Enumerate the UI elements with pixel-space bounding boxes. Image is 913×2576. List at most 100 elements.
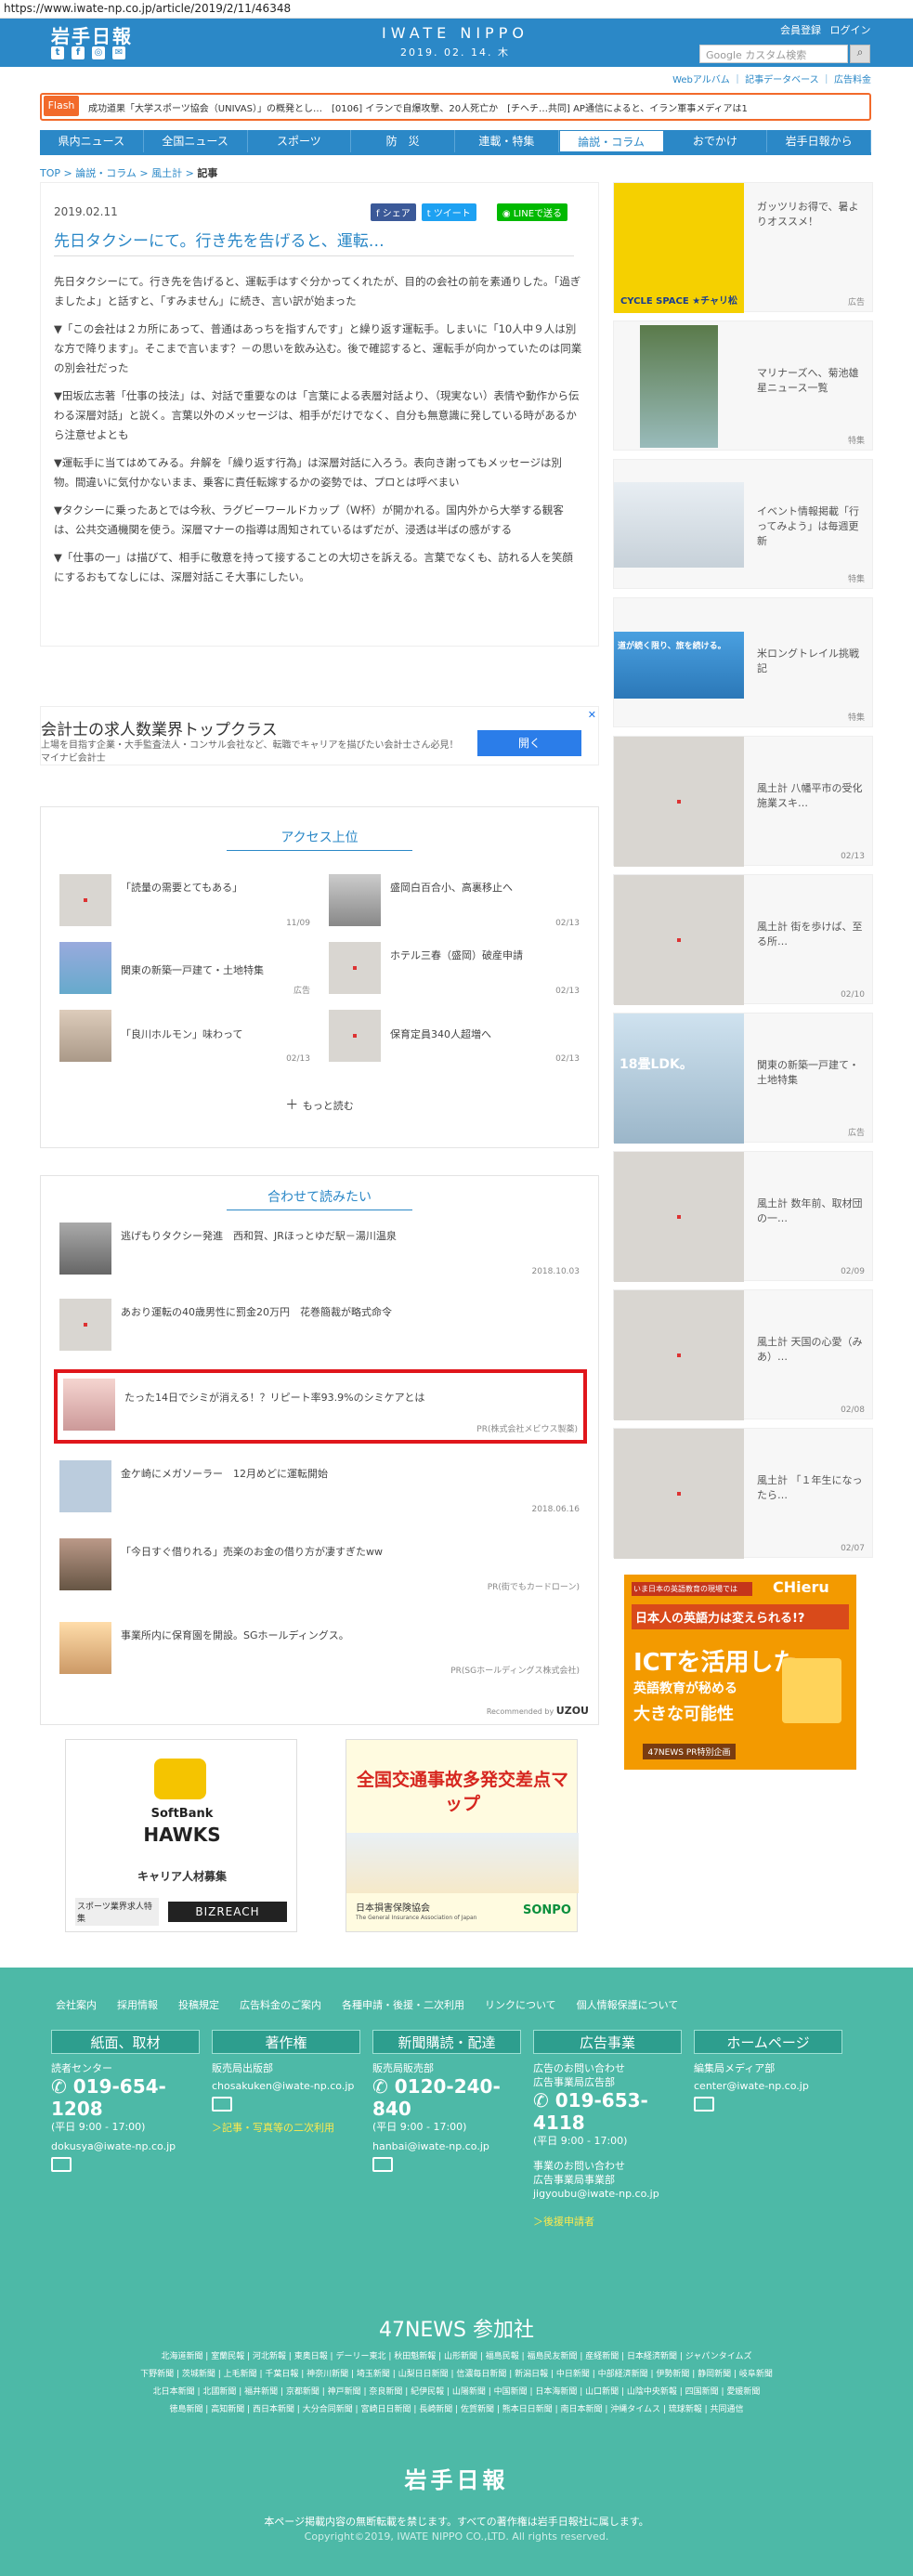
ranking-thumbnail [59, 874, 111, 926]
facebook-share-button[interactable]: f シェア [371, 203, 416, 221]
nav-item-series[interactable]: 連載・特集 [455, 130, 559, 152]
footer-email[interactable]: center@iwate-np.co.jp [694, 2079, 842, 2093]
sidebar-item[interactable]: 風土計 天国の心愛（みあ）… 02/08 [613, 1289, 873, 1420]
footer-sponsor-link[interactable]: ＞後援申請者 [533, 2214, 682, 2229]
footer-link-linking[interactable]: リンクについて [485, 1997, 556, 2012]
ranking-item[interactable]: ホテル三春（盛岡）破産申請 02/13 [329, 942, 580, 998]
footer-phone[interactable]: ✆ 0120-240-840 [372, 2075, 521, 2120]
breadcrumb-opinion[interactable]: 論説・コラム [75, 167, 137, 179]
sidebar-item[interactable]: 18畳LDK。 関東の新築一戸建て・土地特集 広告 [613, 1013, 873, 1144]
more-button[interactable]: ＋ もっと読む [41, 1095, 598, 1114]
search-input[interactable]: Google カスタム検索 [699, 45, 848, 63]
ranking-item[interactable]: 「良川ホルモン」味わって 02/13 [59, 1010, 310, 1066]
sidebar-thumbnail [640, 325, 718, 448]
footer-phone[interactable]: ✆ 019-654-1208 [51, 2075, 200, 2120]
facebook-icon[interactable]: f [72, 46, 85, 59]
article-body: 先日タクシーにて。行き先を告げると、運転手はすぐ分かってくれたが、目的の会社の前… [54, 272, 583, 595]
mail-icon[interactable]: ✉ [112, 46, 125, 59]
mail-icon[interactable] [51, 2157, 72, 2172]
recommended-by[interactable]: Recommended by UZOU [487, 1705, 589, 1717]
news47-line[interactable]: 徳島新聞 | 高知新聞 | 西日本新聞 | 大分合同新聞 | 宮崎日日新聞 | … [65, 2401, 848, 2419]
sidebar-item[interactable]: イベント情報掲載「行ってみよう」は毎週更新 特集 [613, 459, 873, 589]
instagram-icon[interactable]: ◎ [92, 46, 105, 59]
ad-banner[interactable]: 会計士の求人数業界トップクラス 上場を目指す企業・大手監査法人・コンサル会社など… [40, 706, 599, 765]
footer-email[interactable]: jigyoubu@iwate-np.co.jp [533, 2187, 682, 2201]
related-item[interactable]: 逃げもりタクシー発進 西和賀、JRほっとゆだ駅－湯川温泉 2018.10.03 [59, 1223, 580, 1278]
sidebar-item[interactable]: マリナーズへ、菊池雄星ニュース一覧 特集 [613, 320, 873, 451]
ad-open-button[interactable]: 開く [477, 730, 581, 756]
register-link[interactable]: 会員登録 [780, 24, 821, 36]
mail-icon[interactable] [372, 2157, 393, 2172]
nav-item-opinion[interactable]: 論説・コラム [558, 130, 664, 152]
footer-secondary-use-link[interactable]: ＞記事・写真等の二次利用 [212, 2120, 360, 2135]
hawks-ad[interactable]: SoftBank HAWKS キャリア人材募集 スポーツ業界求人特集 BIZRE… [65, 1739, 297, 1932]
sidebar-item[interactable]: 風土計 数年前、取材団の一… 02/09 [613, 1151, 873, 1282]
ranking-item[interactable]: 保育定員340人超増へ 02/13 [329, 1010, 580, 1066]
site-logo[interactable]: 岩手日報 [51, 21, 133, 48]
sidebar-item[interactable]: 道が続く限り、旅を続ける。 米ロングトレイル挑戦記 特集 [613, 597, 873, 727]
footer-link-applications[interactable]: 各種申請・後援・二次利用 [342, 1997, 464, 2012]
nav-item-outing[interactable]: おでかけ [663, 130, 768, 152]
sub-link-album[interactable]: Webアルバム [672, 75, 730, 85]
footer-links: 会社案内 採用情報 投稿規定 広告料金のご案内 各種申請・後援・二次利用 リンク… [56, 1997, 864, 2012]
footer-link-privacy[interactable]: 個人情報保護について [577, 1997, 679, 2012]
ranking-item-title: ホテル三春（盛岡）破産申請 [390, 949, 523, 961]
footer-email[interactable]: hanbai@iwate-np.co.jp [372, 2139, 521, 2153]
nav-item-disaster[interactable]: 防 災 [351, 130, 455, 152]
footer-phone[interactable]: ✆ 019-653-4118 [533, 2089, 682, 2134]
traffic-ad-title: 全国交通事故多発交差点マップ [356, 1770, 568, 1814]
related-item-highlighted[interactable]: たった14日でシミが消える！？リピート率93.9%のシミケアとは PR(株式会社… [54, 1369, 587, 1444]
nav-item-national[interactable]: 全国ニュース [143, 130, 248, 152]
ranking-item[interactable]: 関東の新築一戸建て・土地特集 広告 [59, 942, 310, 998]
related-item-meta: 2018.06.16 [531, 1505, 580, 1514]
news47-line[interactable]: 北日本新聞 | 北國新聞 | 福井新聞 | 京都新聞 | 神戸新聞 | 奈良新聞… [65, 2384, 848, 2401]
ad-choices-icon[interactable]: ✕ [588, 709, 596, 721]
news47-line[interactable]: 北海道新聞 | 室蘭民報 | 河北新報 | 東奥日報 | デーリー東北 | 秋田… [65, 2348, 848, 2366]
mail-icon[interactable] [212, 2097, 232, 2112]
address-bar[interactable]: https://www.iwate-np.co.jp/article/2019/… [0, 0, 913, 19]
related-item[interactable]: あおり運転の40歳男性に罰金20万円 花巻簡裁が略式命令 [59, 1299, 580, 1354]
related-item[interactable]: 金ケ崎にメガソーラー 12月めどに運転開始 2018.06.16 [59, 1460, 580, 1516]
line-share-button[interactable]: ◉ LINEで送る [496, 203, 568, 221]
related-item[interactable]: 「今日すぐ借りれる」売楽のお金の借り方が凄すぎたww PR(街でもカードローン) [59, 1538, 580, 1594]
footer-email[interactable]: chosakuken@iwate-np.co.jp [212, 2079, 360, 2093]
sidebar-item-date: 特集 [847, 575, 865, 584]
footer-logo[interactable]: 岩手日報 [0, 2462, 913, 2494]
ranking-item[interactable]: 「読量の需要とてもある」 11/09 [59, 874, 310, 930]
sub-link-adrate[interactable]: 広告料金 [834, 75, 871, 85]
ranking-item-title: 盛岡白百合小、高裏移止へ [390, 882, 513, 894]
nav-item-sports[interactable]: スポーツ [247, 130, 352, 152]
footer-link-company[interactable]: 会社案内 [56, 1997, 97, 2012]
nav-item-from-nippo[interactable]: 岩手日報から [767, 130, 871, 152]
sidebar-item[interactable]: 風土計 「１年生になったら… 02/07 [613, 1428, 873, 1559]
sidebar-item-title: 風土計 数年前、取材団の一… [757, 1197, 863, 1224]
search-button[interactable]: ⌕ [850, 45, 870, 63]
ranking-item-date: 02/13 [555, 987, 580, 996]
sidebar-item[interactable]: 風土計 八幡平市の受化施業スキ… 02/13 [613, 736, 873, 867]
breadcrumb-top[interactable]: TOP [40, 167, 60, 179]
twitter-icon[interactable]: t [51, 46, 64, 59]
flash-text[interactable]: 成功道果「大学スポーツ協会（UNIVAS）」の概発とし… [0106] イランで… [88, 100, 864, 114]
nav-item-local[interactable]: 県内ニュース [40, 130, 144, 152]
edu-ad-title: 日本人の英語力は変えられる!? [632, 1604, 849, 1629]
footer-email[interactable]: dokusya@iwate-np.co.jp [51, 2139, 200, 2153]
footer-link-recruit[interactable]: 採用情報 [117, 1997, 158, 2012]
ranking-item[interactable]: 盛岡白百合小、高裏移止へ 02/13 [329, 874, 580, 930]
news47-line[interactable]: 下野新聞 | 茨城新聞 | 上毛新聞 | 千葉日報 | 神奈川新聞 | 埼玉新聞… [65, 2366, 848, 2384]
traffic-map-ad[interactable]: 全国交通事故多発交差点マップ 日本損害保険協会 The General Insu… [346, 1739, 579, 1932]
sidebar-item-date: 02/10 [841, 990, 865, 1000]
hawks-sub: キャリア人材募集 [137, 1870, 227, 1883]
english-education-ad[interactable]: いま日本の英語教育の現場では CHieru 日本人の英語力は変えられる!? IC… [624, 1575, 856, 1770]
ranking-item-title: 「読量の需要とてもある」 [121, 882, 243, 894]
footer-link-adrate[interactable]: 広告料金のご案内 [240, 1997, 321, 2012]
related-item[interactable]: 事業所内に保育園を開設。SGホールディングス。 PR(SGホールディングス株式会… [59, 1622, 580, 1678]
breadcrumb-fudokei[interactable]: 風土計 [151, 167, 182, 179]
sidebar-item[interactable]: CYCLE SPACE ★チャリ松 ガッツリお得で、暑よりオススメ！ 広告 [613, 182, 873, 313]
sidebar-thumbnail: 18畳LDK。 [614, 1013, 744, 1144]
login-link[interactable]: ログイン [830, 24, 871, 36]
sidebar-item[interactable]: 風土計 街を歩けば、至る所… 02/10 [613, 874, 873, 1005]
sub-link-database[interactable]: 記事データベース [745, 75, 819, 85]
mail-icon[interactable] [694, 2097, 714, 2112]
twitter-share-button[interactable]: t ツイート [421, 203, 476, 221]
footer-link-submission[interactable]: 投稿規定 [178, 1997, 219, 2012]
